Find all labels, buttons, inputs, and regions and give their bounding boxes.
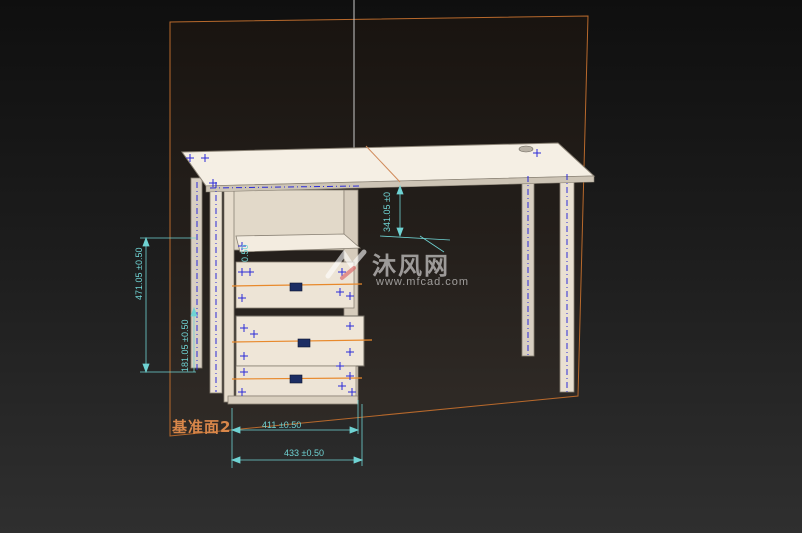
cable-grommet[interactable] [518,145,534,153]
dim-height-right[interactable]: 341.05 ±0 [382,192,392,232]
dim-height-small[interactable]: 181.05 ±0.50 [180,320,190,372]
watermark: 沐风网 www.mfcad.com [320,246,490,290]
dim-width-outer[interactable]: 433 ±0.50 [284,448,324,458]
drawer-middle-handle[interactable] [297,338,311,348]
drawer-top-handle[interactable] [289,282,303,292]
drawer-bottom-handle[interactable] [289,374,303,384]
cabinet-base [227,395,359,405]
dim-gap-small[interactable]: 0.50 [240,244,250,262]
cabinet-left-side[interactable] [223,189,235,403]
dim-width-inner[interactable]: 411 ±0.50 [262,420,301,430]
watermark-logo-icon [325,249,367,280]
cad-viewport[interactable]: 411 ±0.50 433 ±0.50 471.05 ±0.50 181.05 … [0,0,802,533]
datum-plane-label[interactable]: 基准面2 [172,416,231,437]
watermark-url: www.mfcad.com [376,276,470,288]
dim-height-left[interactable]: 471.05 ±0.50 [134,248,144,300]
